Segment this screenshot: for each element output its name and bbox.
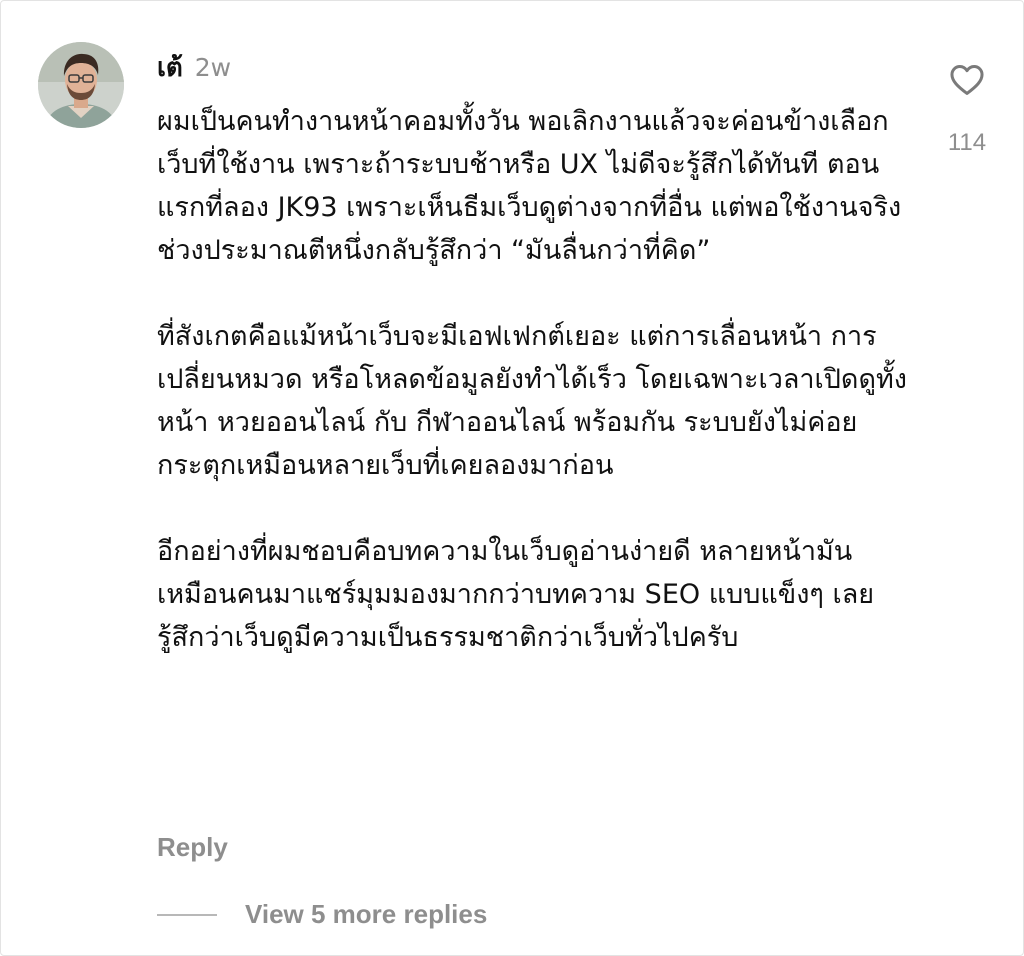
view-more-replies-label[interactable]: View 5 more replies [245,899,487,930]
comment-card: เต้ 2w ผมเป็นคนทำงานหน้าคอมทั้งวัน พอเลิ… [0,0,1024,956]
like-section: 114 [941,61,993,157]
comment-paragraph: อีกอย่างที่ผมชอบคือบทความในเว็บดูอ่านง่า… [157,536,875,653]
comment-author[interactable]: เต้ [157,47,183,88]
comment-paragraph: ที่สังเกตคือแม้หน้าเว็บจะมีเอฟเฟกต์เยอะ … [157,321,907,481]
heart-icon[interactable] [948,61,986,99]
comment-body: ผมเป็นคนทำงานหน้าคอมทั้งวัน พอเลิกงานแล้… [157,100,907,659]
comment-meta: เต้ 2w [157,47,231,83]
avatar-photo-icon [38,42,124,128]
reply-button[interactable]: Reply [157,832,228,863]
comment-paragraph: ผมเป็นคนทำงานหน้าคอมทั้งวัน พอเลิกงานแล้… [157,106,902,266]
like-count: 114 [947,129,987,156]
avatar[interactable] [38,42,124,128]
replies-divider-line [157,913,217,916]
comment-timestamp: 2w [194,53,232,82]
view-more-replies[interactable]: View 5 more replies [157,899,487,930]
